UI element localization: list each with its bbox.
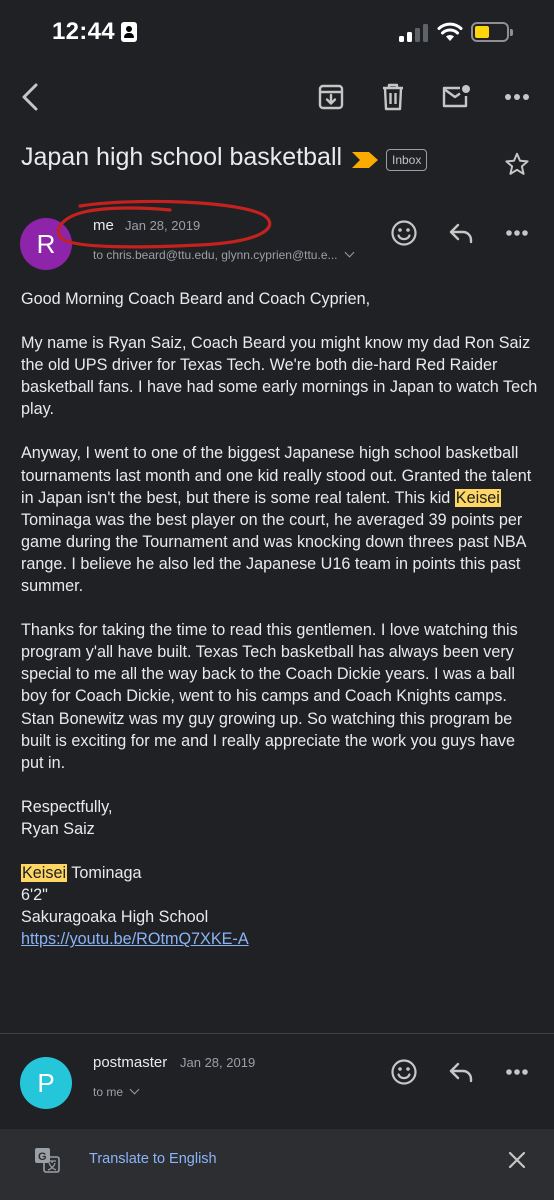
player-name: Tominaga: [67, 863, 142, 882]
message-body: Good Morning Coach Beard and Coach Cypri…: [21, 288, 541, 972]
mark-unread-button[interactable]: [439, 82, 473, 112]
add-reaction-button[interactable]: [389, 218, 419, 248]
back-arrow-icon: [22, 83, 38, 111]
sender-avatar[interactable]: P: [20, 1057, 72, 1109]
signature-block: Respectfully, Ryan Saiz: [21, 796, 541, 840]
chevron-down-icon: [129, 1084, 140, 1095]
close-icon: [508, 1151, 526, 1169]
battery-icon: [471, 22, 513, 42]
important-marker-icon[interactable]: [352, 152, 378, 168]
message-more-button[interactable]: [503, 218, 531, 248]
chevron-down-icon: [344, 247, 354, 258]
more-horizontal-icon: [506, 230, 528, 236]
email-subject: Japan high school basketball: [21, 143, 343, 171]
translate-icon: G: [35, 1148, 60, 1173]
body-paragraph: Thanks for taking the time to read this …: [21, 621, 518, 772]
emoji-icon: [391, 1059, 417, 1085]
player-school: Sakuragoaka High School: [21, 908, 209, 927]
reply-button[interactable]: [447, 218, 475, 248]
message-date: Jan 28, 2019: [125, 218, 201, 233]
inbox-label-chip[interactable]: Inbox: [386, 149, 428, 171]
star-button[interactable]: [503, 150, 531, 178]
sender-name: me: [93, 217, 114, 234]
reply-button[interactable]: [447, 1057, 475, 1087]
search-highlight: Keisei: [21, 863, 68, 882]
status-time: 12:44: [52, 18, 115, 45]
recipients-toggle[interactable]: to me: [93, 1084, 140, 1099]
star-outline-icon: [505, 152, 529, 175]
search-highlight: Keisei: [454, 488, 501, 507]
add-reaction-button[interactable]: [389, 1057, 419, 1087]
paragraph-text: Tominaga was the best player on the cour…: [21, 510, 526, 596]
contact-card-icon: [121, 22, 137, 42]
message-divider: [0, 1033, 554, 1034]
signature-name: Ryan Saiz: [21, 819, 95, 838]
youtube-link[interactable]: https://youtu.be/ROtmQ7XKE-A: [21, 930, 249, 948]
message-more-button[interactable]: [503, 1057, 531, 1087]
back-button[interactable]: [14, 80, 46, 114]
sender-name: postmaster: [93, 1054, 168, 1071]
wifi-icon: [437, 22, 463, 41]
greeting-paragraph: Good Morning Coach Beard and Coach Cypri…: [21, 290, 371, 308]
reply-icon: [449, 1062, 473, 1083]
trash-icon: [383, 83, 403, 111]
recipients-text: to me: [93, 1085, 124, 1099]
mail-unread-icon: [442, 85, 470, 108]
body-paragraph: Anyway, I went to one of the biggest Jap…: [21, 442, 541, 597]
player-info: Keisei Tominaga 6'2" Sakuragoaka High Sc…: [21, 862, 541, 950]
player-height: 6'2": [21, 886, 48, 905]
emoji-icon: [391, 220, 417, 246]
sender-avatar[interactable]: R: [20, 218, 72, 270]
more-options-button[interactable]: [500, 82, 534, 112]
translate-bar: G Translate to English: [0, 1129, 554, 1200]
body-paragraph: My name is Ryan Saiz, Coach Beard you mi…: [21, 334, 538, 419]
delete-button[interactable]: [378, 82, 408, 112]
more-horizontal-icon: [506, 1069, 528, 1075]
status-bar: 12:44: [0, 0, 554, 64]
signoff: Respectfully,: [21, 797, 113, 816]
archive-icon: [318, 84, 344, 110]
recipients-toggle[interactable]: to chris.beard@ttu.edu, glynn.cyprien@tt…: [93, 247, 354, 262]
close-translate-button[interactable]: [505, 1148, 529, 1172]
translate-to-english-link[interactable]: Translate to English: [89, 1151, 217, 1167]
archive-button[interactable]: [316, 82, 346, 112]
more-horizontal-icon: [505, 94, 529, 100]
recipients-text: to chris.beard@ttu.edu, glynn.cyprien@tt…: [93, 248, 338, 262]
reply-icon: [449, 223, 473, 244]
svg-text:G: G: [38, 1151, 47, 1163]
cellular-signal-icon: [399, 24, 429, 42]
message-date: Jan 28, 2019: [180, 1055, 256, 1070]
